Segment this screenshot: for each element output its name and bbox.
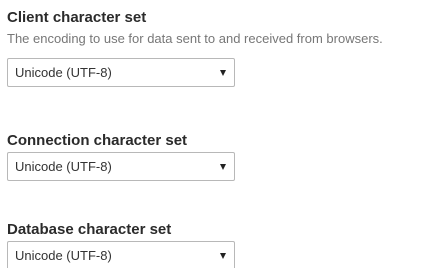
chevron-down-icon [220,253,226,259]
client-charset-description: The encoding to use for data sent to and… [7,31,383,46]
connection-charset-selected-value: Unicode (UTF-8) [15,159,112,174]
database-charset-select[interactable]: Unicode (UTF-8) [7,241,235,268]
connection-charset-setting: Connection character set Unicode (UTF-8) [7,132,235,181]
client-charset-selected-value: Unicode (UTF-8) [15,65,112,80]
client-charset-select[interactable]: Unicode (UTF-8) [7,58,235,87]
database-charset-setting: Database character set Unicode (UTF-8) [7,221,235,268]
charset-settings-page: Client character set The encoding to use… [0,0,444,268]
client-charset-title: Client character set [7,9,147,26]
client-charset-setting: Client character set The encoding to use… [7,9,383,87]
database-charset-selected-value: Unicode (UTF-8) [15,248,112,263]
connection-charset-select[interactable]: Unicode (UTF-8) [7,152,235,181]
chevron-down-icon [220,70,226,76]
connection-charset-title: Connection character set [7,132,188,149]
database-charset-title: Database character set [7,221,172,238]
chevron-down-icon [220,164,226,170]
